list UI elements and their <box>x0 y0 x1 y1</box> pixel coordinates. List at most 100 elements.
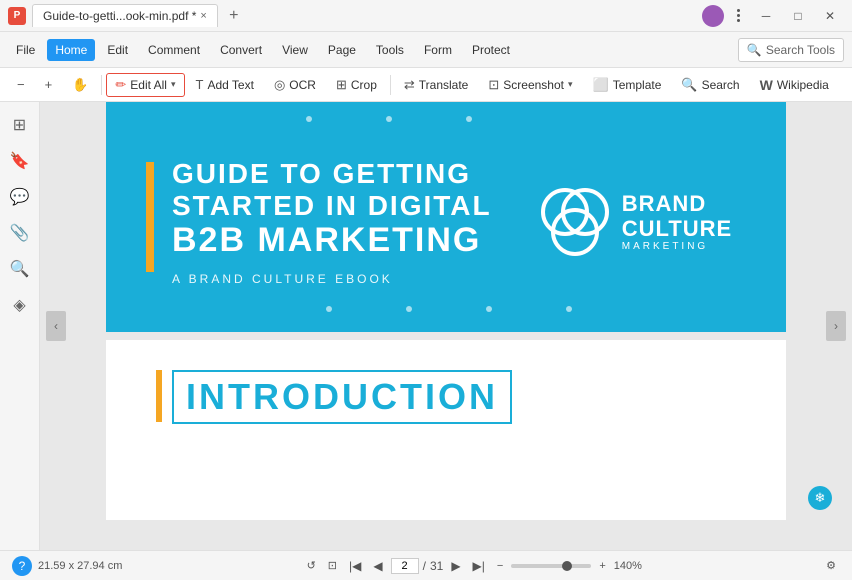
cover-subtitle: A BRAND CULTURE EBOOK <box>172 272 492 286</box>
decoration-dot <box>466 116 472 122</box>
total-pages: 31 <box>430 559 443 573</box>
decoration-dot <box>326 306 332 312</box>
crop-label: Crop <box>351 78 377 92</box>
tab-label: Guide-to-getti...ook-min.pdf * <box>43 9 196 23</box>
menu-convert[interactable]: Convert <box>212 39 270 61</box>
page-separator: / <box>423 559 426 573</box>
current-page-input[interactable] <box>391 558 419 574</box>
assistant-button[interactable]: ❄ <box>808 486 832 510</box>
zoom-out-icon: − <box>17 77 25 92</box>
title-bar-left: P Guide-to-getti...ook-min.pdf * × + <box>8 4 244 27</box>
title-bar: P Guide-to-getti...ook-min.pdf * × + ─ □… <box>0 0 852 32</box>
page-dimensions: 21.59 x 27.94 cm <box>38 560 122 572</box>
ocr-button[interactable]: ◎ OCR <box>265 73 325 97</box>
hand-tool-button[interactable]: ✋ <box>63 73 97 97</box>
translate-icon: ⇄ <box>404 77 415 93</box>
sidebar-attachment[interactable]: 📎 <box>5 218 35 248</box>
menu-tools[interactable]: Tools <box>368 39 412 61</box>
template-label: Template <box>613 78 662 92</box>
menu-file[interactable]: File <box>8 39 43 61</box>
rotate-left-button[interactable]: ↺ <box>303 557 320 574</box>
edit-all-label: Edit All <box>130 78 167 92</box>
sidebar-search[interactable]: 🔍 <box>5 254 35 284</box>
content-area[interactable]: ‹ GUIDE TO GETTING STARTED IN DIGIT <box>40 102 852 550</box>
edit-all-chevron: ▾ <box>171 79 176 90</box>
tab-close-button[interactable]: × <box>200 10 206 22</box>
wikipedia-icon: W <box>760 77 773 93</box>
title-bar-right: ─ □ ✕ <box>702 5 844 27</box>
add-text-icon: T <box>196 77 204 92</box>
fit-page-button[interactable]: ⊡ <box>324 557 341 574</box>
zoom-in-button[interactable]: + <box>36 73 62 96</box>
menu-home[interactable]: Home <box>47 39 95 61</box>
nav-arrow-left[interactable]: ‹ <box>46 311 66 341</box>
zoom-level: 140% <box>614 560 642 572</box>
screenshot-chevron: ▾ <box>568 79 573 90</box>
help-button[interactable]: ? <box>12 556 32 576</box>
new-tab-button[interactable]: + <box>224 6 244 26</box>
crop-button[interactable]: ⊞ Crop <box>327 73 386 97</box>
brand-icon <box>540 187 610 257</box>
next-page-button[interactable]: ▶ <box>447 557 464 575</box>
zoom-out-button[interactable]: − <box>8 73 34 96</box>
menu-page[interactable]: Page <box>320 39 364 61</box>
cover-accent-bar <box>146 162 154 272</box>
translate-label: Translate <box>419 78 469 92</box>
template-icon: ⬜ <box>593 77 609 93</box>
zoom-in-status-button[interactable]: + <box>595 558 609 574</box>
cover-title-guide: GUIDE TO GETTING <box>172 158 492 190</box>
app-tab[interactable]: Guide-to-getti...ook-min.pdf * × <box>32 4 218 27</box>
menu-protect[interactable]: Protect <box>464 39 518 61</box>
cover-section: GUIDE TO GETTING STARTED IN DIGITAL B2B … <box>106 102 786 332</box>
zoom-slider[interactable] <box>511 564 591 568</box>
pdf-page-introduction: INTRODUCTION <box>106 340 786 520</box>
search-tools-button[interactable]: 🔍 Search Tools <box>738 38 844 62</box>
first-page-button[interactable]: |◀ <box>345 557 365 575</box>
menu-edit[interactable]: Edit <box>99 39 136 61</box>
menu-right: 🔍 Search Tools <box>738 38 844 62</box>
status-bar: ? 21.59 x 27.94 cm ↺ ⊡ |◀ ◀ / 31 ▶ ▶| − … <box>0 550 852 580</box>
page-navigation: |◀ ◀ / 31 ▶ ▶| <box>345 557 489 575</box>
zoom-out-status-button[interactable]: − <box>493 558 507 574</box>
brand-sub: MARKETING <box>622 241 732 252</box>
sidebar-layers[interactable]: ◈ <box>5 290 35 320</box>
status-left: ? 21.59 x 27.94 cm <box>12 556 122 576</box>
edit-all-button[interactable]: ✏ Edit All ▾ <box>106 73 184 97</box>
decoration-dot <box>566 306 572 312</box>
screenshot-button[interactable]: ⊡ Screenshot ▾ <box>479 73 581 97</box>
decoration-dot <box>386 116 392 122</box>
nav-arrow-right[interactable]: › <box>826 311 846 341</box>
search-icon: 🔍 <box>681 77 697 93</box>
pdf-page-cover: GUIDE TO GETTING STARTED IN DIGITAL B2B … <box>106 102 786 332</box>
screenshot-label: Screenshot <box>503 78 564 92</box>
menu-comment[interactable]: Comment <box>140 39 208 61</box>
add-text-label: Add Text <box>207 78 253 92</box>
sidebar-comments[interactable]: 💬 <box>5 182 35 212</box>
cover-left: GUIDE TO GETTING STARTED IN DIGITAL B2B … <box>146 158 526 285</box>
search-tools-label: Search Tools <box>766 43 835 57</box>
decoration-dot <box>486 306 492 312</box>
prev-page-button[interactable]: ◀ <box>369 557 386 575</box>
more-options-button[interactable] <box>728 6 748 26</box>
cover-title-b2b: B2B MARKETING <box>172 222 492 259</box>
translate-button[interactable]: ⇄ Translate <box>395 73 477 97</box>
maximize-button[interactable]: □ <box>784 6 812 26</box>
settings-button[interactable]: ⚙ <box>822 557 840 574</box>
close-button[interactable]: ✕ <box>816 6 844 26</box>
sidebar-thumbnails[interactable]: ⊞ <box>5 110 35 140</box>
crop-icon: ⊞ <box>336 77 347 93</box>
search-button[interactable]: 🔍 Search <box>672 73 748 97</box>
ocr-label: OCR <box>289 78 316 92</box>
status-center: ↺ ⊡ |◀ ◀ / 31 ▶ ▶| − + 140% <box>130 557 814 575</box>
menu-view[interactable]: View <box>274 39 316 61</box>
sidebar-bookmark[interactable]: 🔖 <box>5 146 35 176</box>
minimize-button[interactable]: ─ <box>752 6 780 26</box>
wikipedia-button[interactable]: W Wikipedia <box>751 73 838 97</box>
profile-icon[interactable] <box>702 5 724 27</box>
add-text-button[interactable]: T Add Text <box>187 73 263 96</box>
last-page-button[interactable]: ▶| <box>469 557 489 575</box>
menu-form[interactable]: Form <box>416 39 460 61</box>
intro-accent-bar <box>156 370 162 422</box>
screenshot-icon: ⊡ <box>488 77 499 93</box>
template-button[interactable]: ⬜ Template <box>584 73 671 97</box>
